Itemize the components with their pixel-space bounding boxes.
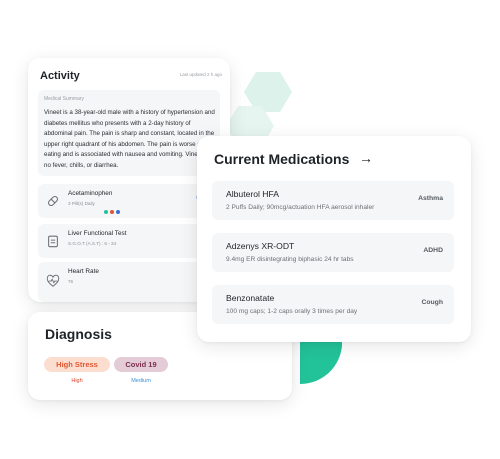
medication-dosage: 100 mg caps; 1-2 caps orally 3 times per…	[226, 308, 358, 315]
medication-name: Benzonatate	[226, 293, 275, 303]
activity-item-acetaminophen[interactable]: Acetaminophen 3 Pill(s) Daily Send re	[38, 184, 220, 218]
medications-card: Current Medications → Albuterol HFA 2 Pu…	[197, 136, 471, 342]
medications-title[interactable]: Current Medications	[214, 151, 349, 167]
heart-pulse-icon	[46, 274, 60, 287]
decorative-teal-shape	[300, 338, 342, 385]
diagnosis-level: High	[71, 378, 83, 384]
activity-item-detail: 3 Pill(s) Daily	[68, 201, 95, 206]
medication-item[interactable]: Adzenys XR-ODT 9.4mg ER disintegrating b…	[212, 233, 454, 272]
medication-item[interactable]: Benzonatate 100 mg caps; 1-2 caps orally…	[212, 285, 454, 324]
medication-name: Adzenys XR-ODT	[226, 241, 295, 251]
medical-summary: Medical Summary Vineet is a 38-year-old …	[38, 90, 220, 176]
activity-item-detail: S.G.O.T (A.S.T) : 6 - 34	[68, 241, 117, 246]
activity-item-detail: 76	[68, 279, 74, 284]
diagnosis-title: Diagnosis	[45, 326, 112, 342]
clipboard-icon	[48, 235, 58, 248]
diagnosis-tag-high-stress[interactable]: High Stress	[44, 357, 110, 372]
medication-condition: Cough	[421, 299, 443, 306]
diagnosis-level: Medium	[131, 378, 151, 384]
dose-indicator-dots	[104, 201, 122, 219]
activity-item-liver-test[interactable]: Liver Functional Test S.G.O.T (A.S.T) : …	[38, 224, 220, 258]
medication-condition: Asthma	[418, 195, 443, 202]
medication-dosage: 2 Puffs Daily; 90mcg/actuation HFA aeros…	[226, 204, 375, 211]
medication-name: Albuterol HFA	[226, 189, 280, 199]
medical-summary-text: Vineet is a 38-year-old male with a hist…	[44, 109, 215, 169]
activity-item-name: Liver Functional Test	[68, 230, 127, 237]
diagnosis-tag-covid[interactable]: Covid 19	[114, 357, 168, 372]
activity-item-name: Acetaminophen	[68, 190, 113, 197]
pill-icon	[47, 195, 59, 207]
arrow-right-icon[interactable]: →	[359, 150, 373, 166]
medication-condition: ADHD	[423, 247, 443, 254]
activity-item-name: Heart Rate	[68, 268, 99, 275]
medication-dosage: 9.4mg ER disintegrating biphasic 24 hr t…	[226, 256, 354, 263]
activity-item-heart-rate[interactable]: Heart Rate 76	[38, 262, 220, 302]
medication-item[interactable]: Albuterol HFA 2 Puffs Daily; 90mcg/actua…	[212, 181, 454, 220]
medical-summary-label: Medical Summary	[44, 96, 85, 102]
last-updated-text: Last updated 2 h ago	[179, 72, 222, 77]
activity-title: Activity	[40, 70, 80, 82]
